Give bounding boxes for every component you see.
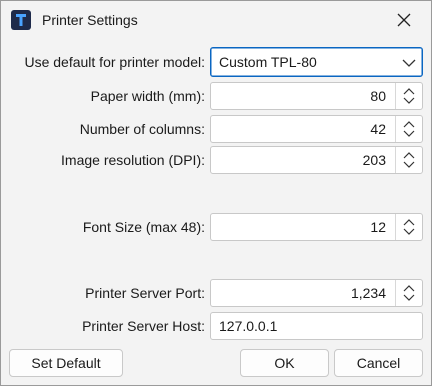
window-title: Printer Settings bbox=[42, 12, 138, 28]
spin-up-down-icon bbox=[403, 88, 415, 104]
chevron-down-icon bbox=[402, 59, 416, 67]
font-size-value: 12 bbox=[370, 219, 386, 235]
title-bar: Printer Settings bbox=[1, 1, 431, 39]
server-host-value: 127.0.0.1 bbox=[219, 318, 278, 334]
font-size-label: Font Size (max 48): bbox=[82, 219, 205, 235]
printer-settings-dialog: Printer Settings Use default for printer… bbox=[0, 0, 432, 386]
server-port-label: Printer Server Port: bbox=[85, 285, 205, 301]
paper-width-label: Paper width (mm): bbox=[90, 88, 205, 104]
ok-button[interactable]: OK bbox=[240, 349, 329, 377]
server-host-input[interactable]: 127.0.0.1 bbox=[210, 312, 423, 340]
close-icon bbox=[397, 13, 411, 27]
columns-value: 42 bbox=[370, 121, 386, 137]
printer-model-dropdown[interactable]: Custom TPL-80 bbox=[210, 47, 423, 77]
paper-width-value: 80 bbox=[370, 88, 386, 104]
resolution-value: 203 bbox=[362, 152, 386, 168]
server-port-spin-buttons[interactable] bbox=[395, 280, 422, 306]
resolution-spinbox[interactable]: 203 bbox=[210, 146, 423, 174]
close-button[interactable] bbox=[387, 4, 421, 36]
columns-spinbox[interactable]: 42 bbox=[210, 115, 423, 143]
server-host-label: Printer Server Host: bbox=[82, 318, 205, 334]
printer-app-icon bbox=[11, 10, 31, 30]
resolution-spin-buttons[interactable] bbox=[395, 147, 422, 173]
paper-width-spin-buttons[interactable] bbox=[395, 83, 422, 109]
columns-spin-buttons[interactable] bbox=[395, 116, 422, 142]
spin-up-down-icon bbox=[403, 121, 415, 137]
spin-up-down-icon bbox=[403, 152, 415, 168]
font-size-spinbox[interactable]: 12 bbox=[210, 213, 423, 241]
font-size-spin-buttons[interactable] bbox=[395, 214, 422, 240]
server-port-value: 1,234 bbox=[350, 285, 386, 301]
cancel-button[interactable]: Cancel bbox=[334, 349, 423, 377]
printer-model-value: Custom TPL-80 bbox=[219, 54, 317, 70]
set-default-button[interactable]: Set Default bbox=[9, 349, 123, 377]
spin-up-down-icon bbox=[403, 219, 415, 235]
columns-label: Number of columns: bbox=[79, 121, 205, 137]
paper-width-spinbox[interactable]: 80 bbox=[210, 82, 423, 110]
spin-up-down-icon bbox=[403, 285, 415, 301]
server-port-spinbox[interactable]: 1,234 bbox=[210, 279, 423, 307]
resolution-label: Image resolution (DPI): bbox=[61, 152, 205, 168]
printer-model-label: Use default for printer model: bbox=[24, 54, 205, 70]
